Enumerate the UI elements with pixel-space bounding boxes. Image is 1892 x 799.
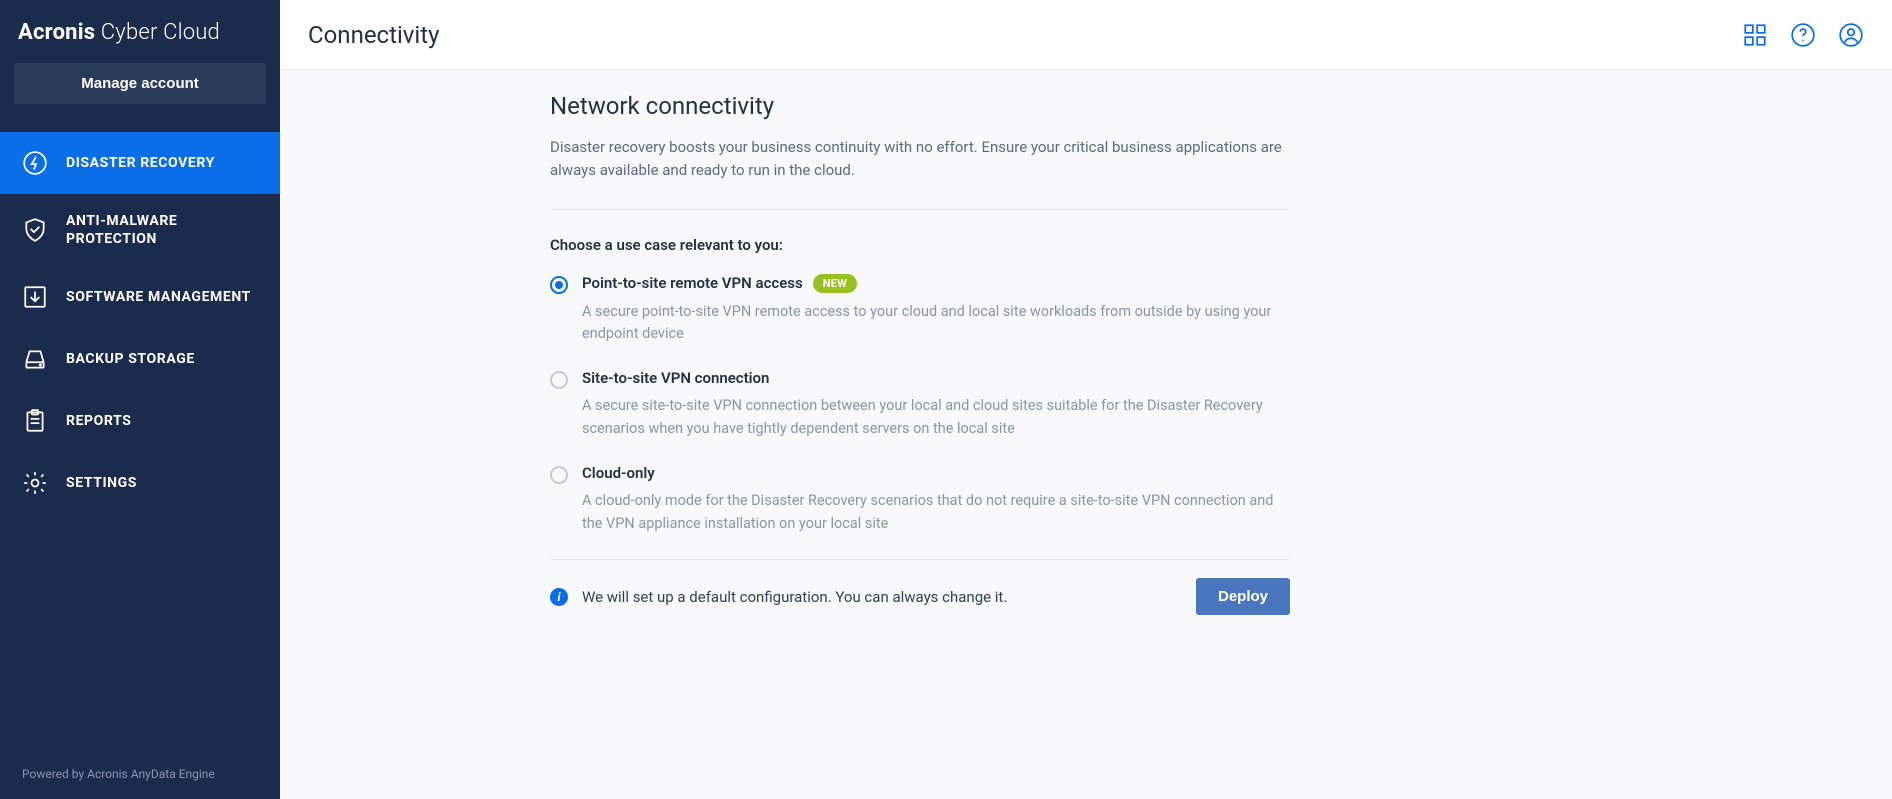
account-icon[interactable] — [1838, 22, 1864, 48]
sidebar-item-reports[interactable]: REPORTS — [0, 390, 280, 452]
sidebar-item-label: SETTINGS — [66, 474, 137, 492]
panel-heading: Network connectivity — [550, 92, 1290, 120]
sidebar-item-label: REPORTS — [66, 412, 131, 430]
sidebar-item-backup-storage[interactable]: BACKUP STORAGE — [0, 328, 280, 390]
option-title-text: Point-to-site remote VPN access — [582, 274, 803, 292]
radio-icon[interactable] — [550, 466, 568, 484]
footer-bar: i We will set up a default configuration… — [550, 559, 1290, 621]
page-title: Connectivity — [308, 21, 439, 49]
option-desc: A secure point-to-site VPN remote access… — [582, 301, 1290, 346]
radio-icon[interactable] — [550, 371, 568, 389]
option-desc: A cloud-only mode for the Disaster Recov… — [582, 490, 1290, 535]
option-title: Site-to-site VPN connection — [582, 369, 1290, 387]
download-box-icon — [22, 284, 48, 310]
sidebar-item-settings[interactable]: SETTINGS — [0, 452, 280, 514]
info-icon: i — [550, 588, 568, 606]
drive-icon — [22, 346, 48, 372]
shield-icon — [22, 217, 48, 243]
content: Network connectivity Disaster recovery b… — [280, 70, 1892, 799]
manage-account-button[interactable]: Manage account — [14, 63, 266, 104]
option-body: Cloud-only A cloud-only mode for the Dis… — [582, 464, 1290, 535]
new-badge: NEW — [813, 274, 857, 293]
main: Connectivity Network connectivity Disast… — [280, 0, 1892, 799]
sidebar-item-disaster-recovery[interactable]: DISASTER RECOVERY — [0, 132, 280, 194]
divider — [550, 209, 1290, 210]
option-desc: A secure site-to-site VPN connection bet… — [582, 395, 1290, 440]
lightning-icon — [22, 150, 48, 176]
choose-label: Choose a use case relevant to you: — [550, 236, 1290, 254]
help-icon[interactable] — [1790, 22, 1816, 48]
option-title-text: Site-to-site VPN connection — [582, 369, 769, 387]
option-cloud-only[interactable]: Cloud-only A cloud-only mode for the Dis… — [550, 464, 1290, 535]
topbar-actions — [1742, 22, 1864, 48]
radio-icon[interactable] — [550, 276, 568, 294]
brand-bold: Acronis — [18, 20, 95, 45]
topbar: Connectivity — [280, 0, 1892, 70]
sidebar-item-label: BACKUP STORAGE — [66, 350, 195, 368]
apps-icon[interactable] — [1742, 22, 1768, 48]
sidebar-item-software-management[interactable]: SOFTWARE MANAGEMENT — [0, 266, 280, 328]
sidebar-item-anti-malware[interactable]: ANTI-MALWARE PROTECTION — [0, 194, 280, 266]
brand-logo: Acronis Cyber Cloud — [0, 0, 280, 63]
panel-description: Disaster recovery boosts your business c… — [550, 136, 1290, 183]
connectivity-panel: Network connectivity Disaster recovery b… — [550, 92, 1290, 621]
option-body: Site-to-site VPN connection A secure sit… — [582, 369, 1290, 440]
gear-icon — [22, 470, 48, 496]
brand-light: Cyber Cloud — [95, 20, 220, 45]
sidebar-item-label: SOFTWARE MANAGEMENT — [66, 288, 251, 306]
sidebar-item-label: DISASTER RECOVERY — [66, 154, 215, 172]
option-body: Point-to-site remote VPN access NEW A se… — [582, 274, 1290, 346]
option-point-to-site[interactable]: Point-to-site remote VPN access NEW A se… — [550, 274, 1290, 346]
option-site-to-site[interactable]: Site-to-site VPN connection A secure sit… — [550, 369, 1290, 440]
footer-note: We will set up a default configuration. … — [582, 588, 1182, 606]
option-title: Cloud-only — [582, 464, 1290, 482]
deploy-button[interactable]: Deploy — [1196, 578, 1290, 615]
sidebar-item-label: ANTI-MALWARE PROTECTION — [66, 212, 258, 248]
option-title: Point-to-site remote VPN access NEW — [582, 274, 1290, 293]
sidebar: Acronis Cyber Cloud Manage account DISAS… — [0, 0, 280, 799]
sidebar-nav: DISASTER RECOVERY ANTI-MALWARE PROTECTIO… — [0, 132, 280, 514]
clipboard-icon — [22, 408, 48, 434]
sidebar-footer: Powered by Acronis AnyData Engine — [0, 749, 280, 799]
option-title-text: Cloud-only — [582, 464, 655, 482]
